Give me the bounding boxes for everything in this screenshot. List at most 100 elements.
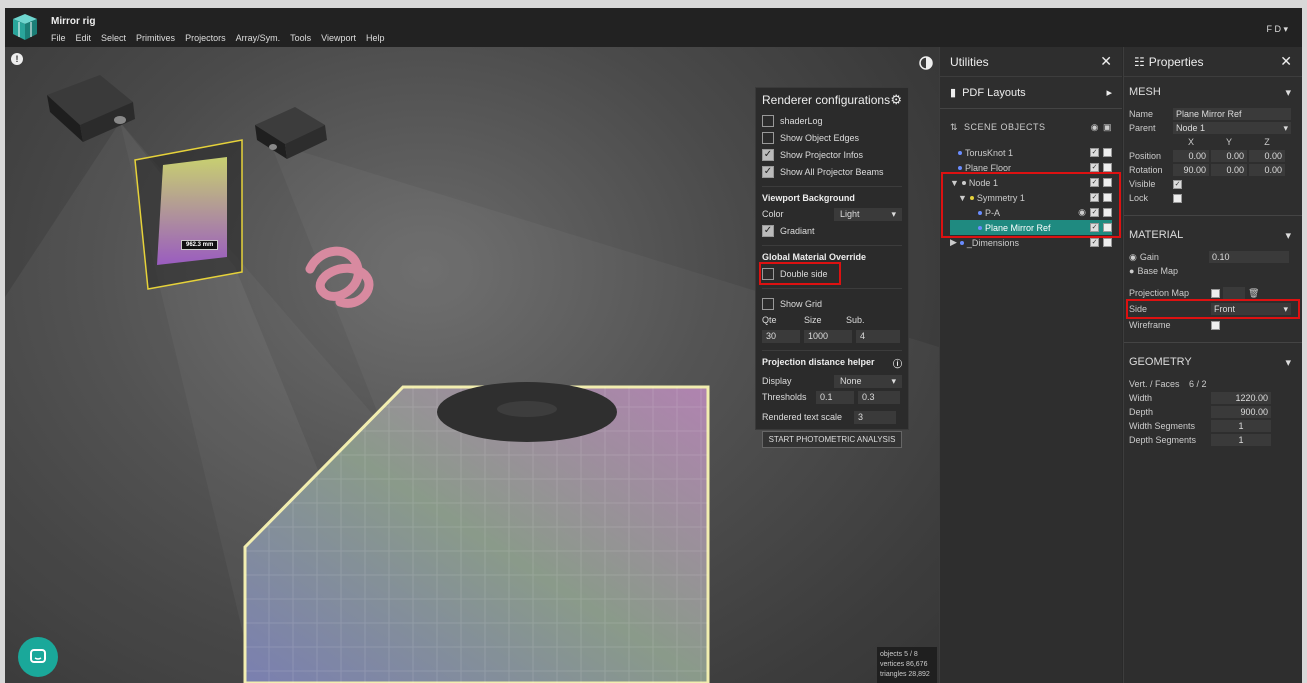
checkbox-show-all-beams[interactable]: ✓ Show All Projector Beams [762,163,902,180]
tree-item-p-a[interactable]: P-A ◉ ✓ [950,205,1112,220]
gear-icon[interactable]: ⚙ [890,92,902,108]
sort-icon[interactable]: ⇅ [950,122,958,133]
radio-icon[interactable]: ● [1129,266,1134,276]
visible-checkbox[interactable]: ✓ [1090,163,1099,172]
lock-checkbox[interactable] [1173,193,1182,203]
threshold-max-input[interactable]: 0.3 [858,390,900,404]
menu-select[interactable]: Select [101,33,126,43]
visible-checkbox[interactable]: ✓ [1090,223,1099,232]
projection-map-checkbox[interactable] [1211,288,1220,298]
mesh-section-header[interactable]: MESH ▾ [1129,77,1297,107]
tree-item-plane-floor[interactable]: Plane Floor ✓ [950,160,1112,175]
wireframe-checkbox[interactable] [1211,320,1220,330]
visible-checkbox[interactable]: ✓ [1090,238,1099,247]
menu-primitives[interactable]: Primitives [136,33,175,43]
rotation-z-input[interactable]: 0.00 [1249,164,1285,176]
grid-sub-input[interactable]: 4 [856,329,900,343]
expand-arrow-icon[interactable]: ▼ [958,193,967,203]
lock-icon[interactable]: ▣ [1103,122,1112,133]
display-select[interactable]: None ▾ [834,374,902,388]
text-scale-input[interactable]: 3 [854,410,896,424]
side-select[interactable]: Front ▾ [1211,303,1291,315]
checkbox[interactable] [762,131,774,144]
tree-item-plane-mirror-ref[interactable]: Plane Mirror Ref ✓ [950,220,1112,235]
eye-icon[interactable]: ◉ [1078,207,1086,218]
chat-button[interactable] [18,637,58,677]
close-icon[interactable]: ✕ [1100,53,1112,70]
radio-icon[interactable]: ◉ [1129,252,1137,263]
start-photometric-analysis-button[interactable]: START PHOTOMETRIC ANALYSIS [762,431,902,448]
checkbox[interactable]: ✓ [762,165,774,178]
expand-arrow-icon[interactable]: ▶ [950,237,957,248]
pdf-layouts-item[interactable]: ▮ PDF Layouts ▸ [940,77,1122,109]
color-select[interactable]: Light ▾ [834,207,902,221]
tree-item-symmetry-1[interactable]: ▼ Symmetry 1 ✓ [950,190,1112,205]
checkbox-shaderlog[interactable]: shaderLog [762,112,902,129]
checkbox-show-object-edges[interactable]: Show Object Edges [762,129,902,146]
position-x-input[interactable]: 0.00 [1173,150,1209,162]
lock-checkbox[interactable] [1103,178,1112,187]
name-input[interactable]: Plane Mirror Ref [1173,108,1291,120]
checkbox-gradiant[interactable]: ✓ Gradiant [762,222,902,239]
tree-item-node-1[interactable]: ▼ Node 1 ✓ [950,175,1112,190]
eye-icon[interactable]: ◉ [1091,122,1099,133]
close-icon[interactable]: ✕ [1280,53,1292,70]
lock-checkbox[interactable] [1103,238,1112,247]
checkbox[interactable] [762,114,774,127]
visible-checkbox[interactable]: ✓ [1090,193,1099,202]
grid-size-input[interactable]: 1000 [804,329,852,343]
material-section-header[interactable]: MATERIAL ▾ [1129,220,1297,250]
contrast-icon[interactable] [918,55,934,71]
checkbox[interactable]: ✓ [762,148,774,161]
section-heading-row: Projection distance helper ⓘ [762,357,902,370]
projection-map-slot[interactable] [1223,287,1245,299]
app-logo-icon[interactable] [11,13,39,41]
alert-icon[interactable]: ! [11,53,23,65]
checkbox-show-grid[interactable]: Show Grid [762,295,902,312]
menu-projectors[interactable]: Projectors [185,33,226,43]
menu-array-sym[interactable]: Array/Sym. [236,33,281,43]
wireframe-label: Wireframe [1129,320,1171,330]
parent-select[interactable]: Node 1 ▾ [1173,122,1291,134]
lock-checkbox[interactable] [1103,148,1112,157]
width-segments-input[interactable]: 1 [1211,420,1271,432]
menu-tools[interactable]: Tools [290,33,311,43]
expand-arrow-icon[interactable]: ▼ [950,178,959,188]
checkbox-double-side[interactable]: Double side [759,262,841,285]
threshold-min-input[interactable]: 0.1 [816,390,854,404]
properties-panel: ☷ Properties ✕ MESH ▾ Name Plane Mirror Ref… [1123,47,1302,683]
lock-checkbox[interactable] [1103,193,1112,202]
checkbox[interactable] [762,297,774,310]
visible-checkbox[interactable]: ✓ [1173,179,1182,189]
visible-checkbox[interactable]: ✓ [1090,148,1099,157]
checkbox[interactable] [762,267,774,280]
tree-item-dimensions[interactable]: ▶ _Dimensions ✓ [950,235,1112,250]
menu-file[interactable]: File [51,33,66,43]
position-z-input[interactable]: 0.00 [1249,150,1285,162]
depth-segments-input[interactable]: 1 [1211,434,1271,446]
trash-icon[interactable]: 🗑 [1248,288,1259,299]
viewport-3d[interactable]: ! 962.3 mm objects 5 / 8 vertices 86,676… [5,47,939,683]
user-menu[interactable]: F D ▾ [1266,24,1288,35]
tree-item-torusknot[interactable]: TorusKnot 1 ✓ [950,145,1112,160]
geometry-section-header[interactable]: GEOMETRY ▾ [1129,347,1297,377]
lock-checkbox[interactable] [1103,208,1112,217]
rotation-x-input[interactable]: 90.00 [1173,164,1209,176]
visible-checkbox[interactable]: ✓ [1090,178,1099,187]
lock-checkbox[interactable] [1103,223,1112,232]
grid-qte-input[interactable]: 30 [762,329,800,343]
menu-edit[interactable]: Edit [76,33,92,43]
checkbox[interactable]: ✓ [762,224,774,237]
visible-checkbox[interactable]: ✓ [1090,208,1099,217]
help-icon[interactable]: ⓘ [893,357,902,370]
depth-input[interactable]: 900.00 [1211,406,1271,418]
width-input[interactable]: 1220.00 [1211,392,1271,404]
lock-checkbox[interactable] [1103,163,1112,172]
menu-viewport[interactable]: Viewport [321,33,356,43]
menu-help[interactable]: Help [366,33,385,43]
position-y-input[interactable]: 0.00 [1211,150,1247,162]
base-map-label-wrap: ● Base Map [1129,266,1178,276]
checkbox-show-projector-infos[interactable]: ✓ Show Projector Infos [762,146,902,163]
rotation-y-input[interactable]: 0.00 [1211,164,1247,176]
gain-input[interactable]: 0.10 [1209,251,1289,263]
